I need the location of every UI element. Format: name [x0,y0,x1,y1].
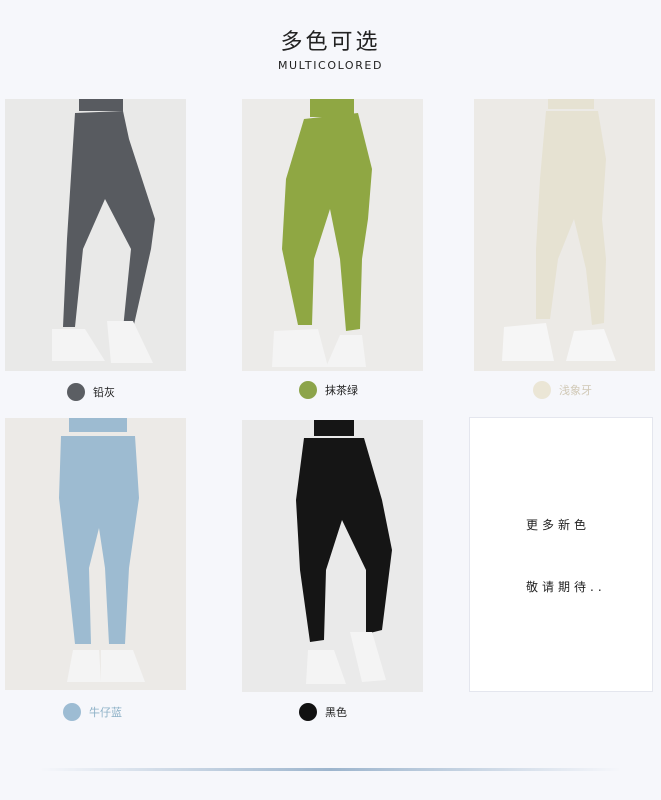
product-card-ivory[interactable] [474,99,655,371]
color-label: 牛仔蓝 [89,706,122,719]
color-label: 抹茶绿 [325,384,358,397]
gray-leggings-photo [5,99,186,371]
more-colors-text: 更多新色 [526,518,591,532]
page-subtitle: MULTICOLORED [277,59,384,72]
product-card-black[interactable] [242,420,423,692]
product-card-gray[interactable] [5,99,186,371]
color-label: 黑色 [325,706,347,719]
swatch-green[interactable]: 抹茶绿 [299,380,358,400]
blue-leggings-photo [5,418,186,690]
color-dot [67,383,85,401]
product-card-blue[interactable] [5,418,186,690]
color-label: 浅象牙 [559,384,592,397]
coming-soon-text: 敬请期待.. [526,580,606,594]
color-label: 铅灰 [93,386,115,399]
black-leggings-photo [242,420,423,692]
swatch-black[interactable]: 黑色 [299,702,347,722]
green-leggings-photo [242,99,423,371]
color-dot [533,381,551,399]
color-dot [63,703,81,721]
swatch-blue[interactable]: 牛仔蓝 [63,702,122,722]
ivory-leggings-photo [474,99,655,371]
swatch-gray[interactable]: 铅灰 [67,382,115,402]
swatch-ivory[interactable]: 浅象牙 [533,380,592,400]
more-colors-card: 更多新色 敬请期待.. [469,417,653,692]
color-dot [299,703,317,721]
page-title: 多色可选 [280,30,381,55]
bottom-divider [40,768,621,771]
color-dot [299,381,317,399]
product-card-green[interactable] [242,99,423,371]
